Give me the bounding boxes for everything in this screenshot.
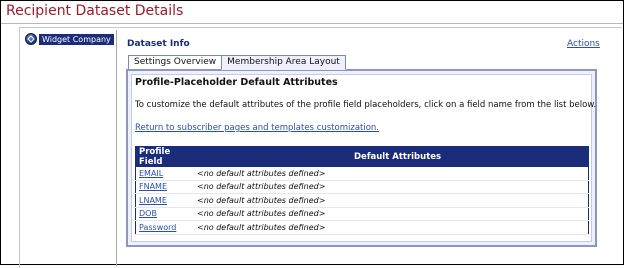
section-title: Dataset Info	[127, 39, 190, 49]
attribute-value: <no default attributes defined>	[194, 207, 589, 221]
attribute-value: <no default attributes defined>	[194, 180, 589, 194]
attribute-value: <no default attributes defined>	[194, 220, 589, 235]
attribute-value: <no default attributes defined>	[194, 193, 589, 208]
tab-bar: Settings Overview Membership Area Layout	[128, 55, 346, 70]
field-link-email[interactable]: EMAIL	[139, 169, 163, 178]
field-cell: DOB	[135, 207, 194, 221]
company-name: Widget Company	[39, 33, 114, 45]
globe-icon	[25, 33, 37, 45]
field-cell: EMAIL	[135, 167, 194, 181]
attribute-value: <no default attributes defined>	[194, 167, 589, 181]
page-title: Recipient Dataset Details	[6, 3, 184, 19]
table-row: EMAIL <no default attributes defined>	[135, 167, 589, 181]
field-link-password[interactable]: Password	[139, 223, 176, 232]
field-link-lname[interactable]: LNAME	[139, 196, 167, 205]
panel-description: To customize the default attributes of t…	[135, 100, 597, 110]
left-column	[22, 30, 117, 266]
column-header-default-attributes: Default Attributes	[194, 146, 589, 167]
table-row: FNAME <no default attributes defined>	[135, 180, 589, 194]
field-link-fname[interactable]: FNAME	[139, 182, 167, 191]
table-row: DOB <no default attributes defined>	[135, 207, 589, 221]
panel-heading: Profile-Placeholder Default Attributes	[135, 77, 338, 88]
column-header-profile-field: Profile Field	[135, 146, 194, 167]
return-link[interactable]: Return to subscriber pages and templates…	[135, 123, 379, 133]
table-row: LNAME <no default attributes defined>	[135, 193, 589, 208]
company-badge[interactable]: Widget Company	[25, 33, 114, 45]
table-header-row: Profile Field Default Attributes	[135, 146, 589, 167]
actions-link[interactable]: Actions	[567, 39, 600, 49]
field-cell: LNAME	[135, 193, 194, 208]
table-row: Password <no default attributes defined>	[135, 220, 589, 235]
tab-membership-area-layout[interactable]: Membership Area Layout	[221, 55, 346, 70]
field-link-dob[interactable]: DOB	[139, 209, 157, 218]
title-divider	[1, 23, 623, 24]
attributes-table: Profile Field Default Attributes EMAIL <…	[135, 146, 589, 235]
tab-settings-overview[interactable]: Settings Overview	[128, 55, 223, 69]
field-cell: FNAME	[135, 180, 194, 194]
field-cell: Password	[135, 220, 194, 235]
